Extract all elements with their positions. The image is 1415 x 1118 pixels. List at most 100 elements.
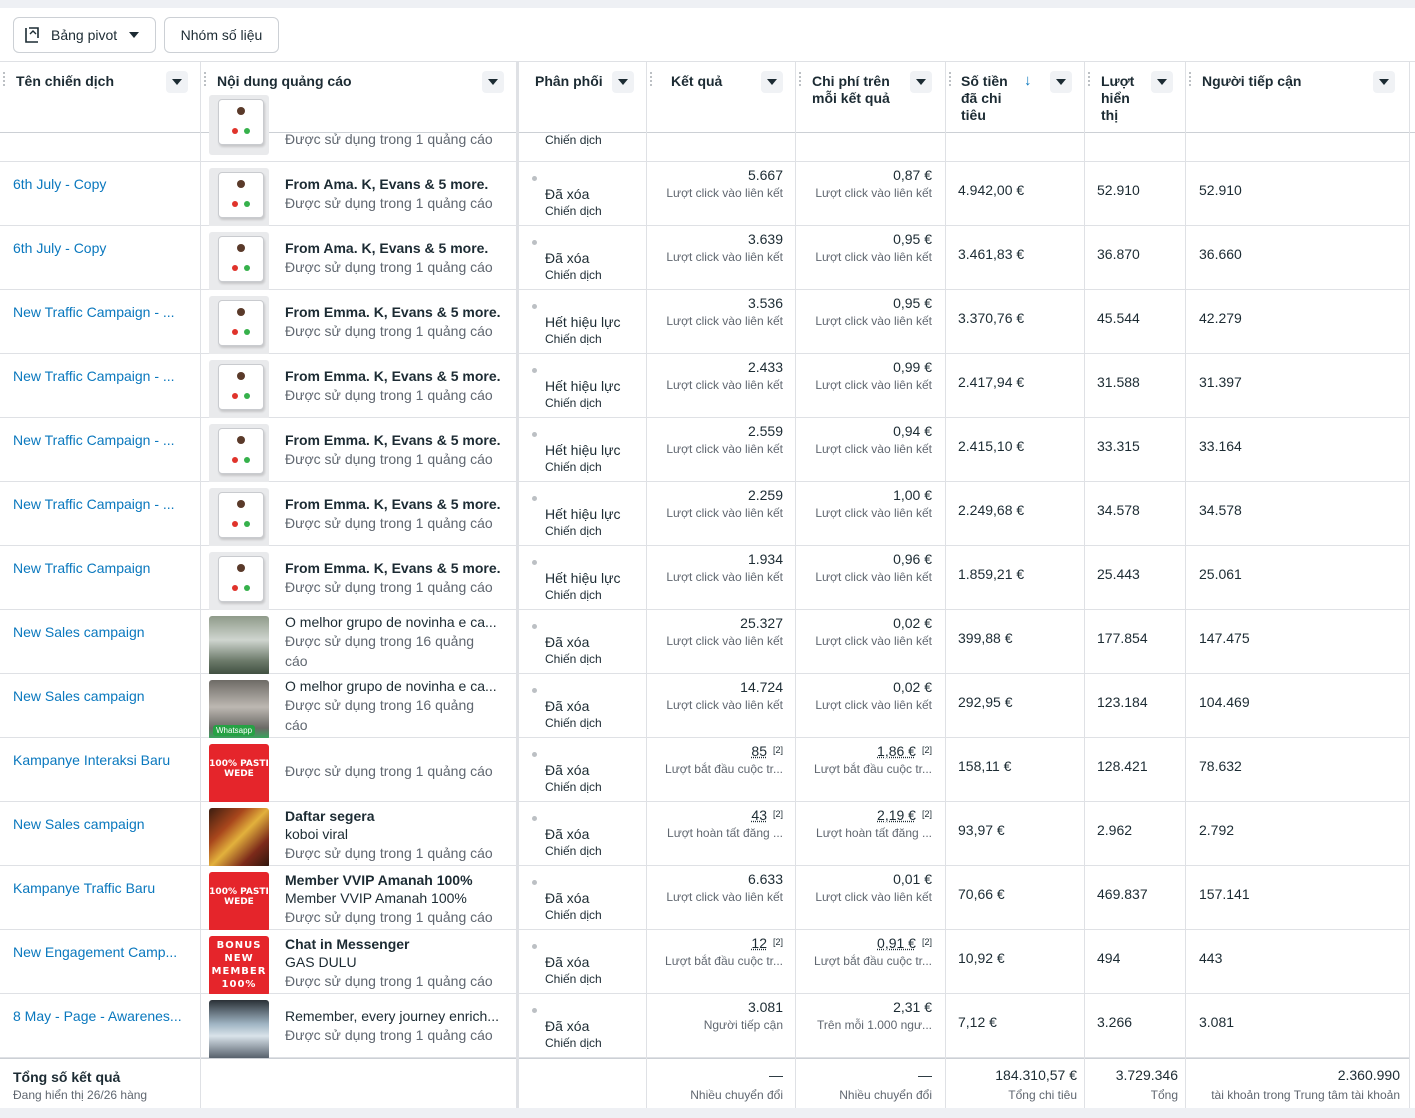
table-row[interactable]: New Traffic Campaign - ... From Emma. K, … xyxy=(0,482,1410,548)
header-label: Chi phí trên mỗi kết quả xyxy=(812,73,890,107)
footnote-marker[interactable]: [2] xyxy=(773,745,783,755)
ad-thumbnail[interactable]: BONUS NEW MEMBER 100% xyxy=(209,936,269,996)
ad-thumbnail[interactable] xyxy=(209,552,269,612)
table-row[interactable]: New Sales campaign O melhor grupo de novi… xyxy=(0,610,1410,676)
campaign-name-link[interactable]: New Sales campaign xyxy=(13,688,193,704)
header-impressions[interactable]: Lượt hiển thị xyxy=(1085,62,1185,132)
header-label: Phân phối xyxy=(535,73,603,89)
chevron-down-icon[interactable] xyxy=(1050,71,1072,93)
header-campaign-name[interactable]: Tên chiến dịch xyxy=(0,62,200,132)
campaign-name-link[interactable]: Kampanye Traffic Baru xyxy=(13,880,193,896)
table-row[interactable]: Kampanye Traffic Baru 100% PASTI WEDE Memb… xyxy=(0,866,1410,932)
metric-group-button[interactable]: Nhóm số liệu xyxy=(164,17,279,53)
campaign-name-link[interactable]: New Sales campaign xyxy=(13,816,193,832)
table-row[interactable]: New Traffic Campaign - ... From Emma. K, … xyxy=(0,418,1410,484)
footnote-marker[interactable]: [2] xyxy=(773,937,783,947)
header-cost-per-result[interactable]: Chi phí trên mỗi kết quả xyxy=(796,62,945,132)
resize-handle[interactable] xyxy=(949,72,951,86)
header-results[interactable]: Kết quả xyxy=(647,62,795,132)
cost-per-result-value: 1,86 € xyxy=(877,743,916,759)
ad-thumbnail xyxy=(209,95,269,155)
resize-handle[interactable] xyxy=(204,72,206,86)
chevron-down-icon[interactable] xyxy=(1151,71,1173,93)
ad-thumbnail[interactable] xyxy=(209,168,269,228)
table-row[interactable]: New Sales campaign Daftar segera koboi vir… xyxy=(0,802,1410,868)
chevron-down-icon[interactable] xyxy=(482,71,504,93)
status-dot xyxy=(532,560,537,565)
chevron-down-icon[interactable] xyxy=(761,71,783,93)
chevron-down-icon[interactable] xyxy=(910,71,932,93)
results-value: 2.559 xyxy=(747,423,783,439)
footnote-marker[interactable]: [2] xyxy=(773,809,783,819)
ad-thumbnail[interactable] xyxy=(209,424,269,484)
footnote-marker[interactable]: [2] xyxy=(922,809,932,819)
ad-thumbnail[interactable] xyxy=(209,808,269,868)
status-dot xyxy=(532,304,537,309)
chevron-down-icon[interactable] xyxy=(166,71,188,93)
campaign-name-link[interactable]: New Sales campaign xyxy=(13,624,193,640)
footnote-marker[interactable]: [2] xyxy=(922,937,932,947)
table-row[interactable]: 8 May - Page - Awarenes... Remember, ever… xyxy=(0,994,1410,1060)
campaign-name-link[interactable]: 6th July - Copy xyxy=(13,240,193,256)
results-type: Lượt hoàn tất đăng ... xyxy=(667,826,783,840)
ad-thumbnail[interactable] xyxy=(209,360,269,420)
header-reach[interactable]: Người tiếp cận xyxy=(1186,62,1410,132)
ad-title: From Emma. K, Evans & 5 more. xyxy=(285,304,501,320)
ad-thumbnail[interactable]: 100% PASTI WEDE xyxy=(209,872,269,932)
table-row[interactable]: New Traffic Campaign - ... From Emma. K, … xyxy=(0,290,1410,356)
resize-handle[interactable] xyxy=(799,72,801,86)
table-row[interactable]: New Traffic Campaign From Emma. K, Evans … xyxy=(0,546,1410,612)
table-row[interactable]: 6th July - Copy From Ama. K, Evans & 5 mo… xyxy=(0,226,1410,292)
chevron-down-icon[interactable] xyxy=(1373,71,1395,93)
campaign-name-link[interactable]: 6th July - Copy xyxy=(13,176,193,192)
ad-thumbnail[interactable]: Whatsapp xyxy=(209,680,269,740)
cost-per-result-value: 2,31 € xyxy=(893,999,932,1015)
ad-title: Chat in Messenger xyxy=(285,936,410,952)
footnote-marker[interactable]: [2] xyxy=(922,745,932,755)
pivot-table-button[interactable]: Bảng pivot xyxy=(13,17,156,53)
results-type: Lượt click vào liên kết xyxy=(666,186,783,200)
campaign-name-link[interactable]: New Traffic Campaign - ... xyxy=(13,368,193,384)
status-dot xyxy=(532,176,537,181)
resize-handle[interactable] xyxy=(1088,72,1090,86)
header-delivery[interactable]: Phân phối xyxy=(520,62,646,132)
ad-thumbnail[interactable] xyxy=(209,616,269,676)
top-strip xyxy=(0,0,1415,8)
ad-thumbnail[interactable] xyxy=(209,1000,269,1060)
sort-descending-icon[interactable]: ↓ xyxy=(1024,72,1032,89)
table-row[interactable]: Kampanye Interaksi Baru 100% PASTI WEDE Đư… xyxy=(0,738,1410,804)
table-row[interactable]: New Sales campaign Whatsapp O melhor grupo… xyxy=(0,674,1410,740)
results-value-cell: 6.633 xyxy=(748,871,783,887)
chevron-down-icon[interactable] xyxy=(612,71,634,93)
delivery-level: Chiến dịch xyxy=(545,1036,602,1050)
delivery-level: Chiến dịch xyxy=(545,332,602,346)
campaign-name-link[interactable]: 8 May - Page - Awarenes... xyxy=(13,1008,193,1024)
column-divider xyxy=(1185,62,1186,1108)
table-row[interactable]: New Engagement Camp... BONUS NEW MEMBER 1… xyxy=(0,930,1410,996)
header-label: Số tiền đã chi tiêu xyxy=(961,73,1008,124)
campaign-name-link[interactable]: New Traffic Campaign - ... xyxy=(13,432,193,448)
resize-handle[interactable] xyxy=(3,72,5,86)
table-row[interactable]: 6th July - Copy From Ama. K, Evans & 5 mo… xyxy=(0,162,1410,228)
ad-thumbnail[interactable]: 100% PASTI WEDE xyxy=(209,744,269,804)
campaign-name-link[interactable]: New Engagement Camp... xyxy=(13,944,193,960)
header-amount-spent[interactable]: Số tiền đã chi tiêu ↓ xyxy=(946,62,1084,132)
table-row[interactable]: New Traffic Campaign - ... From Emma. K, … xyxy=(0,354,1410,420)
ad-title: Daftar segera xyxy=(285,808,375,824)
table-row-partial[interactable]: Được sử dụng trong 1 quảng cáo Chiến dịc… xyxy=(0,95,1410,162)
cost-per-result-value: 0,95 € xyxy=(893,295,932,311)
column-divider xyxy=(945,62,946,1108)
header-label: Lượt hiển thị xyxy=(1101,73,1134,124)
resize-handle[interactable] xyxy=(1189,72,1191,86)
ad-thumbnail[interactable] xyxy=(209,232,269,292)
resize-handle[interactable] xyxy=(650,72,652,86)
delivery-status: Đã xóa xyxy=(545,826,590,842)
ad-thumbnail[interactable] xyxy=(209,296,269,356)
ad-thumbnail[interactable] xyxy=(209,488,269,548)
impressions-value: 494 xyxy=(1097,950,1121,966)
campaign-name-link[interactable]: New Traffic Campaign - ... xyxy=(13,496,193,512)
campaign-name-link[interactable]: Kampanye Interaksi Baru xyxy=(13,752,193,768)
campaign-name-link[interactable]: New Traffic Campaign xyxy=(13,560,193,576)
cost-per-result-value: 0,91 € xyxy=(877,935,916,951)
campaign-name-link[interactable]: New Traffic Campaign - ... xyxy=(13,304,193,320)
